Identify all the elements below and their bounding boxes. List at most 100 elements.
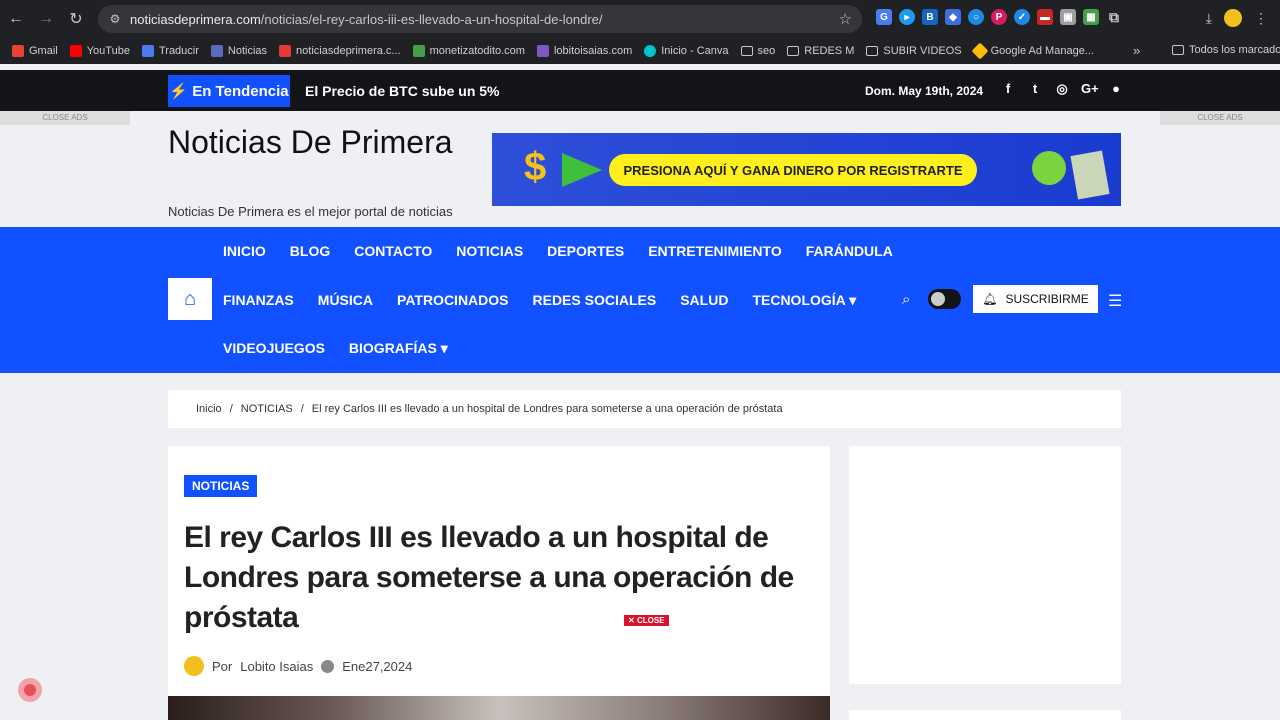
close-ads-right[interactable]: CLOSE ADS	[1160, 111, 1280, 125]
bookmark-gmail[interactable]: Gmail	[12, 45, 58, 57]
gray-extension-icon[interactable]: ▣	[1060, 9, 1076, 25]
by-label: Por	[212, 658, 233, 674]
nav-salud[interactable]: SALUD	[680, 292, 728, 309]
reload-icon[interactable]: ↻	[62, 5, 90, 33]
bookmark-seo[interactable]: seo	[740, 45, 775, 57]
bookmark-noticiasdeprimera[interactable]: noticiasdeprimera.c...	[279, 45, 401, 57]
dollar-icon: $	[524, 145, 547, 189]
bookmark-lobitoisaias[interactable]: lobitoisaias.com	[536, 45, 632, 57]
close-ad-button[interactable]: ✕ CLOSE	[624, 615, 669, 626]
breadcrumb-separator: /	[229, 403, 233, 415]
address-bar[interactable]: ⚙ noticiasdeprimera.com/noticias/el-rey-…	[98, 5, 862, 33]
ad-banner[interactable]: $ PRESIONA AQUÍ Y GANA DINERO POR REGIST…	[492, 133, 1121, 206]
nav-row-1: INICIO BLOG CONTACTO NOTICIAS DEPORTES E…	[223, 243, 893, 259]
bookmark-star-icon[interactable]: ☆	[839, 10, 852, 28]
category-badge[interactable]: NOTICIAS	[184, 475, 258, 497]
search-icon[interactable]: ⌕	[902, 291, 910, 308]
subscribe-button[interactable]: 🔔︎ SUSCRIBIRME	[973, 285, 1098, 313]
trending-badge: ⚡ En Tendencia	[168, 75, 290, 107]
google-plus-icon[interactable]: G+	[1081, 81, 1099, 97]
bookmark-monetizatodito[interactable]: monetizatodito.com	[412, 45, 525, 57]
youtube-icon	[69, 45, 82, 57]
instagram-icon[interactable]: ◎	[1054, 81, 1070, 97]
publish-date[interactable]: Ene27,2024	[342, 659, 412, 674]
green-extension-icon[interactable]: ▦	[1083, 9, 1099, 25]
bookmark-subir-videos[interactable]: SUBIR VIDEOS	[866, 45, 962, 57]
bookmark-canva[interactable]: Inicio - Canva	[644, 45, 729, 57]
extensions-bar: G ▸ B ◆ ○ P ✓ ▬ ▣ ▦ ⧉	[876, 9, 1122, 25]
lobito-icon	[536, 45, 549, 57]
translate-extension-icon[interactable]: G	[876, 9, 892, 25]
nav-videojuegos[interactable]: VIDEOJUEGOS	[223, 340, 325, 357]
hamburger-menu-icon[interactable]: ☰	[1108, 291, 1122, 311]
nav-farandula[interactable]: FARÁNDULA	[806, 243, 893, 259]
monetize-icon	[412, 45, 425, 57]
nav-blog[interactable]: BLOG	[290, 243, 330, 259]
breadcrumb-inicio[interactable]: Inicio	[196, 403, 222, 415]
nav-noticias[interactable]: NOTICIAS	[456, 243, 523, 259]
breadcrumb-noticias[interactable]: NOTICIAS	[241, 403, 293, 415]
nav-musica[interactable]: MÚSICA	[318, 292, 373, 309]
facebook-icon[interactable]: f	[1000, 81, 1016, 97]
social-links: f t ◎ G+ ●	[1000, 81, 1124, 97]
article-card: NOTICIAS El rey Carlos III es llevado a …	[168, 446, 830, 720]
nav-entretenimiento[interactable]: ENTRETENIMIENTO	[648, 243, 782, 259]
circle-extension-icon[interactable]: ○	[968, 9, 984, 25]
bookmark-redes[interactable]: REDES M	[787, 45, 854, 57]
red-extension-icon[interactable]: ▬	[1037, 9, 1053, 25]
play-extension-icon[interactable]: ▸	[899, 9, 915, 25]
download-icon[interactable]: ⤓	[1206, 10, 1212, 27]
browser-toolbar: ← → ↻ ⚙ noticiasdeprimera.com/noticias/e…	[0, 0, 1280, 38]
dark-mode-toggle[interactable]	[928, 289, 961, 309]
folder-icon	[1172, 45, 1184, 55]
nav-redes-sociales[interactable]: REDES SOCIALES	[533, 292, 657, 309]
user-icon[interactable]: ●	[1108, 81, 1124, 97]
home-icon[interactable]: ⌂	[168, 278, 212, 320]
site-title[interactable]: Noticias De Primera	[168, 121, 468, 163]
site-info-icon[interactable]: ⚙	[104, 12, 126, 26]
bookmark-noticias[interactable]: Noticias	[210, 45, 267, 57]
check-extension-icon[interactable]: ✓	[1014, 9, 1030, 25]
sidebar-widget	[849, 446, 1121, 684]
site-tagline: Noticias De Primera es el mejor portal d…	[168, 204, 453, 219]
bookmark-traducir[interactable]: Traducir	[141, 45, 199, 57]
gmail-icon	[12, 45, 24, 57]
ad-manager-icon	[971, 42, 989, 60]
nav-inicio[interactable]: INICIO	[223, 243, 266, 259]
trending-headline[interactable]: El Precio de BTC sube un 5%	[305, 83, 500, 99]
author-name[interactable]: Lobito Isaias	[240, 659, 313, 674]
breadcrumb-current: El rey Carlos III es llevado a un hospit…	[311, 403, 783, 415]
tag-extension-icon[interactable]: ◆	[945, 9, 961, 25]
translate-icon	[141, 45, 154, 57]
nav-tecnologia[interactable]: TECNOLOGÍA ▾	[752, 292, 856, 309]
menu-dots-icon[interactable]: ⋮	[1254, 10, 1268, 27]
canva-icon	[644, 45, 657, 57]
profile-avatar[interactable]	[1224, 9, 1242, 27]
author-avatar[interactable]	[184, 656, 204, 676]
site-topbar: ⚡ En Tendencia El Precio de BTC sube un …	[0, 70, 1280, 111]
url-text[interactable]: noticiasdeprimera.com/noticias/el-rey-ca…	[130, 12, 603, 27]
extensions-puzzle-icon[interactable]: ⧉	[1106, 9, 1122, 25]
nav-finanzas[interactable]: FINANZAS	[223, 292, 294, 309]
more-bookmarks-icon[interactable]: »	[1133, 43, 1140, 58]
close-ads-left[interactable]: CLOSE ADS	[0, 111, 130, 125]
bookmark-ad-manager[interactable]: Google Ad Manage...	[971, 42, 1094, 60]
all-bookmarks[interactable]: Todos los marcadores	[1172, 44, 1280, 56]
forward-icon[interactable]: →	[32, 5, 60, 33]
notification-bell-icon[interactable]	[18, 678, 42, 702]
pinterest-extension-icon[interactable]: P	[991, 9, 1007, 25]
back-icon[interactable]: ←	[2, 5, 30, 33]
folder-icon	[740, 46, 753, 56]
breadcrumb-separator: /	[300, 403, 304, 415]
main-navigation: INICIO BLOG CONTACTO NOTICIAS DEPORTES E…	[0, 227, 1280, 373]
article-meta: Por Lobito Isaias Ene27,2024	[184, 656, 412, 676]
nav-patrocinados[interactable]: PATROCINADOS	[397, 292, 508, 309]
nav-row-3: VIDEOJUEGOS BIOGRAFÍAS ▾	[223, 340, 448, 357]
b-extension-icon[interactable]: B	[922, 9, 938, 25]
nav-contacto[interactable]: CONTACTO	[354, 243, 432, 259]
twitter-icon[interactable]: t	[1027, 81, 1043, 97]
banner-text: PRESIONA AQUÍ Y GANA DINERO POR REGISTRA…	[609, 154, 977, 186]
nav-biografias[interactable]: BIOGRAFÍAS ▾	[349, 340, 448, 357]
bookmark-youtube[interactable]: YouTube	[69, 45, 130, 57]
nav-deportes[interactable]: DEPORTES	[547, 243, 624, 259]
